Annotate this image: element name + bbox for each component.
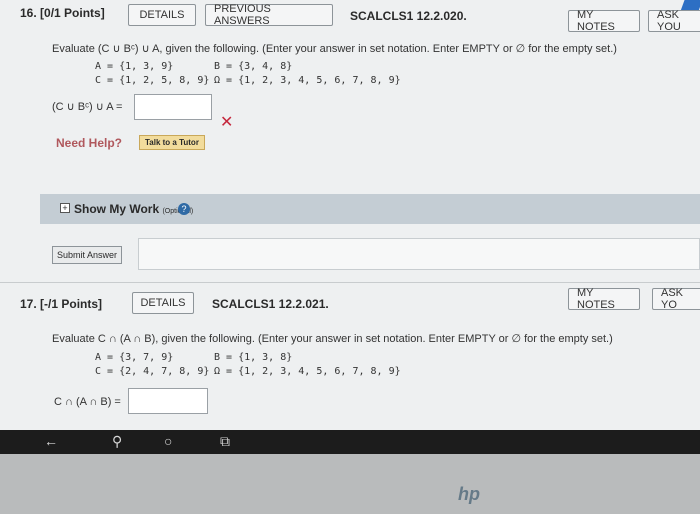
- submit-answer-button[interactable]: Submit Answer: [52, 246, 123, 264]
- q17-number: 17. [-/1 Points]: [20, 297, 103, 311]
- help-icon[interactable]: ?: [178, 203, 190, 215]
- q17-prompt: Evaluate C ∩ (A ∩ B), given the followin…: [52, 333, 613, 345]
- q17-details-button[interactable]: DETAILS: [132, 292, 194, 314]
- hp-logo: hp: [458, 484, 480, 504]
- q16-set-b: B = {3, 4, 8}: [214, 61, 293, 72]
- q17-answer-input[interactable]: [128, 388, 208, 414]
- q16-answer-label: (C ∪ Bᶜ) ∪ A =: [52, 101, 123, 113]
- q17-set-a: A = {3, 7, 9}: [95, 352, 174, 363]
- q17-my-notes-button[interactable]: MY NOTES: [568, 287, 640, 311]
- q16-code: SCALCLS1 12.2.020.: [350, 9, 467, 23]
- expand-icon[interactable]: +: [60, 203, 70, 213]
- q17-answer-label: C ∩ (A ∩ B) =: [54, 396, 121, 408]
- browser-page: 16. [0/1 Points] DETAILS PREVIOUS ANSWER…: [0, 0, 700, 430]
- task-view-icon[interactable]: ⧉: [220, 433, 230, 450]
- q16-prompt: Evaluate (C ∪ Bᶜ) ∪ A, given the followi…: [52, 43, 617, 55]
- back-icon[interactable]: ←: [44, 433, 58, 449]
- show-my-work-label[interactable]: Show My Work (Optional): [74, 202, 193, 216]
- q16-ask-button[interactable]: ASK YOU: [648, 9, 700, 33]
- incorrect-icon: ✕: [220, 114, 234, 131]
- talk-to-tutor-button[interactable]: Talk to a Tutor: [139, 135, 205, 150]
- q16-set-a: A = {1, 3, 9}: [95, 61, 174, 72]
- search-icon[interactable]: ⚲: [112, 433, 122, 450]
- need-help-label: Need Help?: [56, 136, 123, 150]
- q16-my-notes-button[interactable]: MY NOTES: [568, 9, 640, 33]
- work-area: [138, 238, 700, 270]
- q17-set-c: C = {2, 4, 7, 8, 9}: [95, 366, 210, 377]
- q16-details-button[interactable]: DETAILS: [128, 4, 196, 26]
- question-divider: [0, 282, 700, 283]
- show-my-work-bar[interactable]: + Show My Work (Optional) ?: [40, 194, 700, 224]
- q17-ask-button[interactable]: ASK YO: [652, 287, 700, 311]
- q16-previous-answers-button[interactable]: PREVIOUS ANSWERS: [205, 3, 333, 27]
- q16-answer-input[interactable]: [134, 94, 212, 120]
- q17-set-b: B = {1, 3, 8}: [214, 352, 293, 363]
- q16-set-universe: Ω = {1, 2, 3, 4, 5, 6, 7, 8, 9}: [214, 75, 401, 86]
- q16-number: 16. [0/1 Points]: [20, 6, 105, 20]
- cortana-icon[interactable]: ○: [164, 433, 172, 449]
- q17-code: SCALCLS1 12.2.021.: [212, 297, 329, 311]
- q16-set-c: C = {1, 2, 5, 8, 9}: [95, 75, 210, 86]
- windows-taskbar: ← ⚲ ○ ⧉: [0, 430, 700, 454]
- q17-set-universe: Ω = {1, 2, 3, 4, 5, 6, 7, 8, 9}: [214, 366, 401, 377]
